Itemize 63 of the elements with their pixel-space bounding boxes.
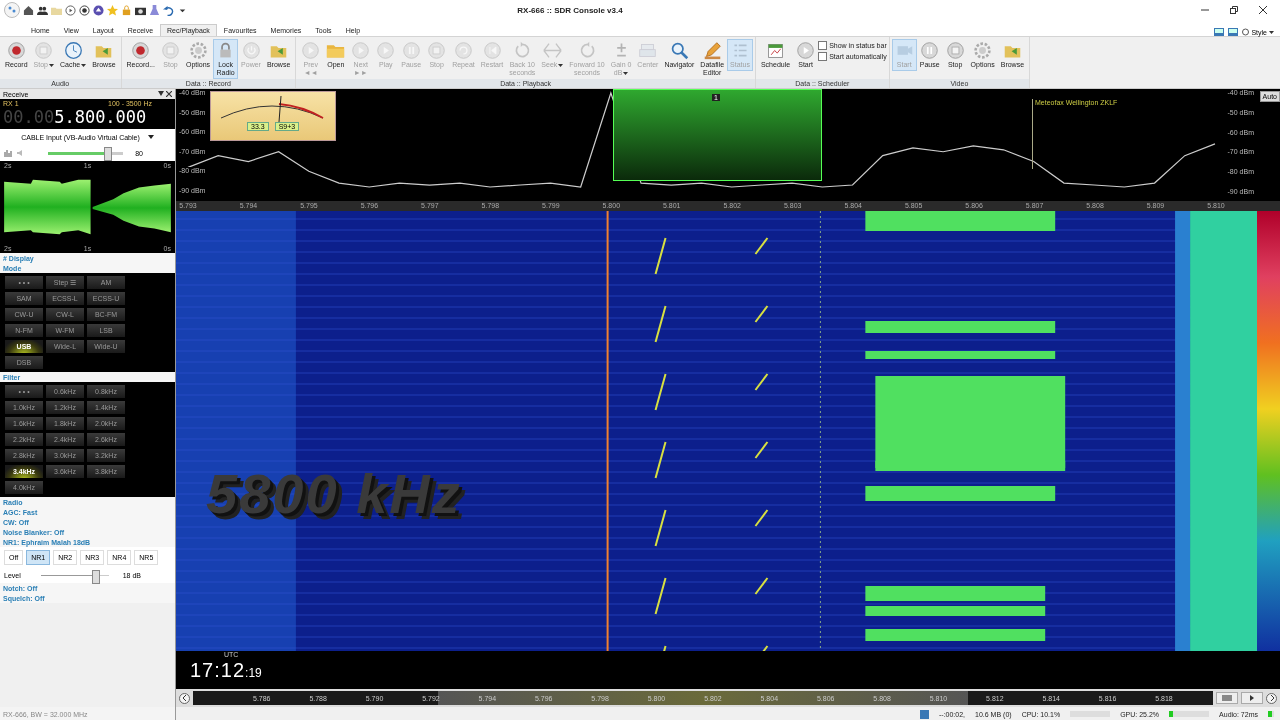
overlay-caption: 5800 kHz — [206, 461, 462, 526]
caret-icon — [49, 63, 54, 67]
recording-icon — [919, 709, 929, 719]
arrow-up-icon[interactable] — [93, 4, 104, 16]
minimize-icon — [1201, 6, 1209, 14]
users-icon[interactable] — [37, 4, 48, 16]
stop-icon — [160, 41, 180, 60]
stop-icon — [427, 41, 447, 60]
play-icon — [301, 41, 321, 60]
zoom-menu-button[interactable] — [1241, 692, 1263, 704]
caret-icon[interactable] — [158, 91, 164, 96]
chevron-right-icon — [1268, 695, 1275, 701]
stop-icon — [945, 41, 965, 60]
close-icon — [1259, 6, 1267, 14]
record-icon — [6, 41, 26, 60]
search-icon — [669, 41, 689, 60]
seek-icon — [542, 41, 562, 60]
pause-icon — [401, 41, 421, 60]
frequency-display: 5.800.000 — [54, 107, 147, 127]
undo-icon[interactable] — [163, 4, 174, 16]
app-menu-icon[interactable] — [4, 2, 20, 18]
play-icon — [796, 41, 816, 60]
play-icon — [351, 41, 371, 60]
restart-icon — [482, 41, 502, 60]
gear-icon — [973, 41, 993, 60]
power-icon — [241, 41, 261, 60]
chevron-left-icon — [181, 695, 188, 701]
caret-icon — [81, 63, 87, 67]
clock-time: 17:12 — [190, 658, 246, 682]
home-icon[interactable] — [23, 4, 34, 16]
caret-icon — [558, 63, 564, 67]
triangle-right-icon — [1248, 694, 1256, 701]
close-icon[interactable] — [166, 91, 172, 97]
clock-icon — [63, 41, 83, 60]
pause-icon — [920, 41, 940, 60]
record-icon[interactable] — [79, 4, 90, 16]
caret-icon — [623, 71, 629, 75]
play-icon — [376, 41, 396, 60]
volume-thumb[interactable] — [104, 146, 113, 161]
caret-icon — [1269, 30, 1274, 34]
restore-icon — [1230, 6, 1238, 14]
layout-icon[interactable] — [1228, 28, 1239, 36]
play-icon[interactable] — [65, 4, 76, 16]
gpu-meter — [1169, 711, 1210, 717]
gear-icon — [188, 41, 208, 60]
printer-icon — [638, 41, 658, 60]
repeat-icon — [453, 41, 473, 60]
record-icon — [131, 41, 151, 60]
frequency-prefix: 00.00 — [3, 107, 55, 127]
bar-icon — [1222, 694, 1232, 701]
audio-meter — [1268, 711, 1274, 717]
star-icon[interactable] — [107, 4, 118, 16]
caret-icon — [147, 135, 154, 139]
calendar-icon — [766, 41, 786, 60]
layout-icon[interactable] — [1214, 28, 1225, 36]
clock-seconds: :19 — [245, 665, 262, 680]
scroll-left-button[interactable] — [179, 692, 190, 704]
ring-icon — [1242, 28, 1250, 36]
window-title: RX-666 :: SDR Console v3.4 — [516, 5, 624, 15]
level-thumb[interactable] — [92, 570, 101, 584]
scroll-right-button[interactable] — [1266, 692, 1277, 704]
stop-icon — [34, 41, 54, 60]
pencil-icon — [702, 41, 722, 60]
